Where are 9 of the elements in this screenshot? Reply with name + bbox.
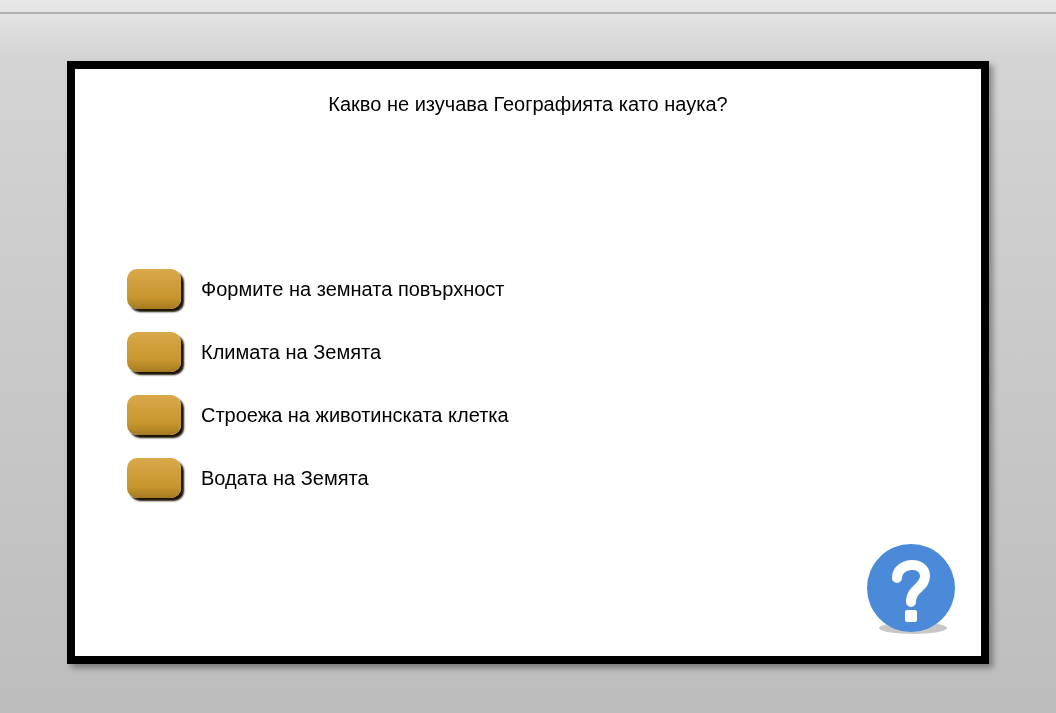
answer-text: Водата на Земята — [201, 466, 369, 491]
answer-button[interactable] — [127, 269, 181, 309]
answer-button[interactable] — [127, 395, 181, 435]
answer-text: Строежа на животинската клетка — [201, 403, 509, 428]
answer-button[interactable] — [127, 332, 181, 372]
answer-text: Формите на земната повърхност — [201, 277, 505, 302]
question-text: Какво не изучава Географията като наука? — [327, 92, 729, 117]
answer-text: Климата на Земята — [201, 340, 382, 365]
answer-button[interactable] — [127, 458, 181, 498]
